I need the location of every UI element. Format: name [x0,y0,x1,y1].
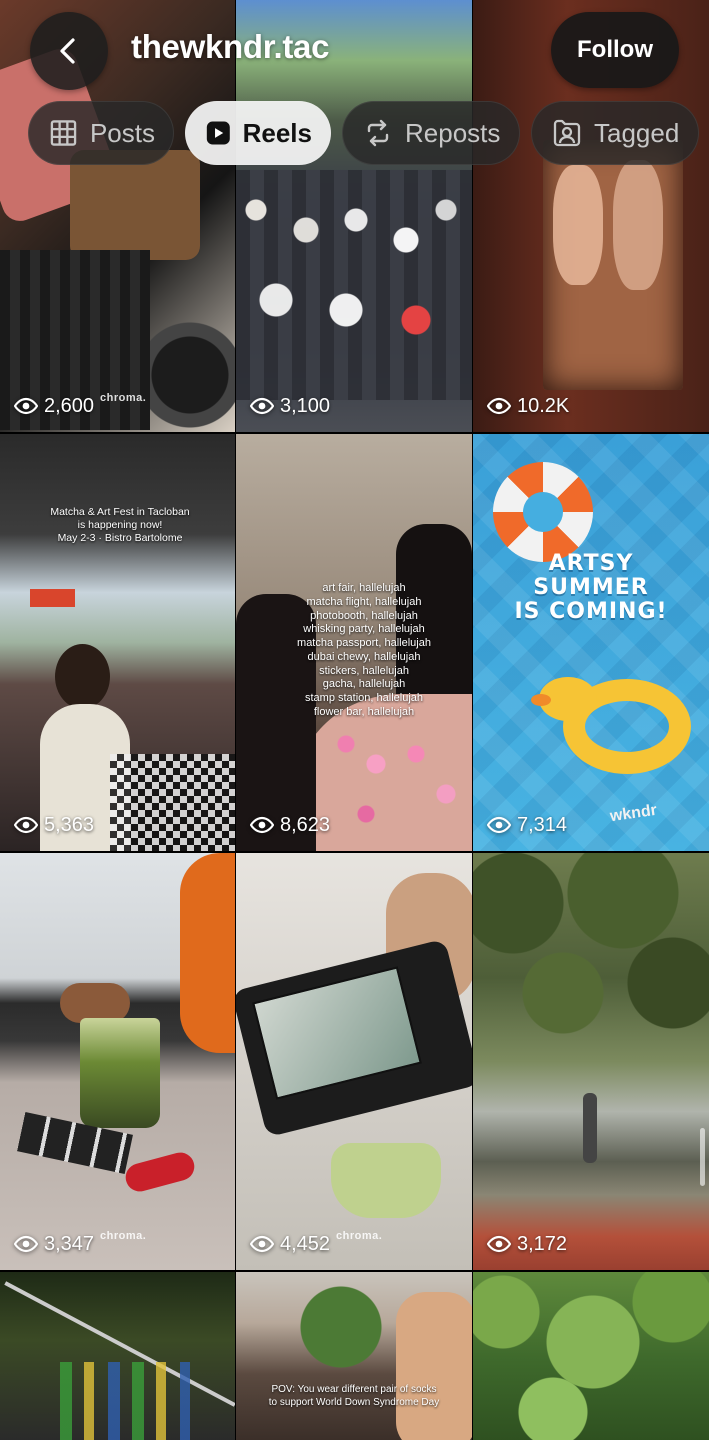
view-count: 3,172 [487,1232,567,1256]
follow-button[interactable]: Follow [551,12,679,88]
scrollbar[interactable] [700,1128,705,1186]
thumbnail-art [80,1018,160,1128]
profile-tabs: Posts Reels Reposts Tagged [28,101,699,165]
thumbnail-art [326,714,466,834]
view-count-text: 8,623 [280,813,331,836]
view-count: 4,452 [250,1232,330,1256]
reel-caption-overlay: Matcha & Art Fest in Tacloban is happeni… [50,506,190,545]
eye-icon [14,397,38,415]
view-count: 5,363 [14,813,94,837]
thumbnail-art [613,160,663,290]
duck-float-graphic [531,694,551,706]
view-count: 8,623 [250,813,330,837]
eye-icon [250,1235,274,1253]
view-count-text: 10.2K [517,394,570,417]
reel-thumbnail[interactable]: chroma. 4,452 [236,853,472,1270]
tab-label: Tagged [594,117,680,148]
tab-label: Reposts [405,117,501,148]
thumbnail-art [396,1292,472,1440]
profile-username: thewkndr.tac [131,28,330,65]
thumbnail-art [55,644,110,709]
eye-icon [487,1235,511,1253]
reel-caption-overlay: art fair, hallelujah matcha flight, hall… [297,582,431,718]
reel-thumbnail[interactable]: Matcha & Art Fest in Tacloban is happeni… [0,434,235,851]
tagged-person-icon [553,119,581,147]
eye-icon [14,816,38,834]
tab-reposts[interactable]: Reposts [342,101,520,165]
thumbnail-art [473,1272,709,1440]
thumbnail-art [60,1362,190,1440]
view-count: 3,347 [14,1232,94,1256]
tab-label: Reels [242,117,312,148]
reel-thumbnail[interactable]: POV: You wear different pair of socks to… [236,1272,472,1440]
tab-reels[interactable]: Reels [185,101,331,165]
view-count: 10.2K [487,394,569,418]
view-count-text: 4,452 [280,1232,331,1255]
thumbnail-art [473,853,709,1073]
thumbnail-art [110,754,235,851]
view-count: 3,100 [250,394,330,418]
eye-icon [14,1235,38,1253]
thumbnail-art [70,150,200,260]
thumbnail-art [331,1143,441,1218]
thumbnail-art [296,1282,386,1372]
thumbnail-art [583,1093,597,1163]
eye-icon [250,816,274,834]
thumbnail-art [180,853,235,1053]
reels-icon [206,121,230,145]
reel-thumbnail[interactable]: chroma. 3,347 [0,853,235,1270]
view-count: 7,314 [487,813,567,837]
view-count-text: 3,100 [280,394,331,417]
reel-thumbnail[interactable]: art fair, hallelujah matcha flight, hall… [236,434,472,851]
reel-thumbnail[interactable]: ARTSY SUMMER IS COMING! wkndr 7,314 [473,434,709,851]
view-count-text: 7,314 [517,813,568,836]
tab-posts[interactable]: Posts [28,101,174,165]
brand-logo: wkndr [608,801,658,826]
view-count-text: 3,172 [517,1232,568,1255]
reel-caption-overlay: POV: You wear different pair of socks to… [268,1384,440,1408]
thumbnail-art [30,589,75,607]
reel-headline: ARTSY SUMMER IS COMING! [514,551,668,624]
eye-icon [250,397,274,415]
thumbnail-art [122,1149,198,1195]
view-count: 2,600 [14,394,94,418]
view-count-text: 5,363 [44,813,95,836]
tab-label: Posts [89,117,155,148]
chevron-left-icon [60,38,75,64]
watermark-text: chroma. [336,1230,383,1242]
view-count-text: 3,347 [44,1232,95,1255]
thumbnail-art [236,170,472,400]
reel-thumbnail[interactable]: 3,172 [473,853,709,1270]
eye-icon [487,397,511,415]
watermark-text: chroma. [100,1230,147,1242]
repost-icon [367,119,389,147]
thumbnail-art [60,983,130,1023]
grid-icon [50,120,77,146]
reels-grid: chroma. 2,600 3,100 10.2K Matcha & Art F… [0,0,709,1440]
thumbnail-art [553,165,603,285]
eye-icon [487,816,511,834]
reel-thumbnail[interactable] [0,1272,235,1440]
reel-thumbnail[interactable] [473,1272,709,1440]
back-button[interactable] [30,12,108,90]
view-count-text: 2,600 [44,394,95,417]
tab-tagged[interactable]: Tagged [531,101,699,165]
lifebuoy-graphic [493,462,593,562]
watermark-text: chroma. [100,392,147,404]
